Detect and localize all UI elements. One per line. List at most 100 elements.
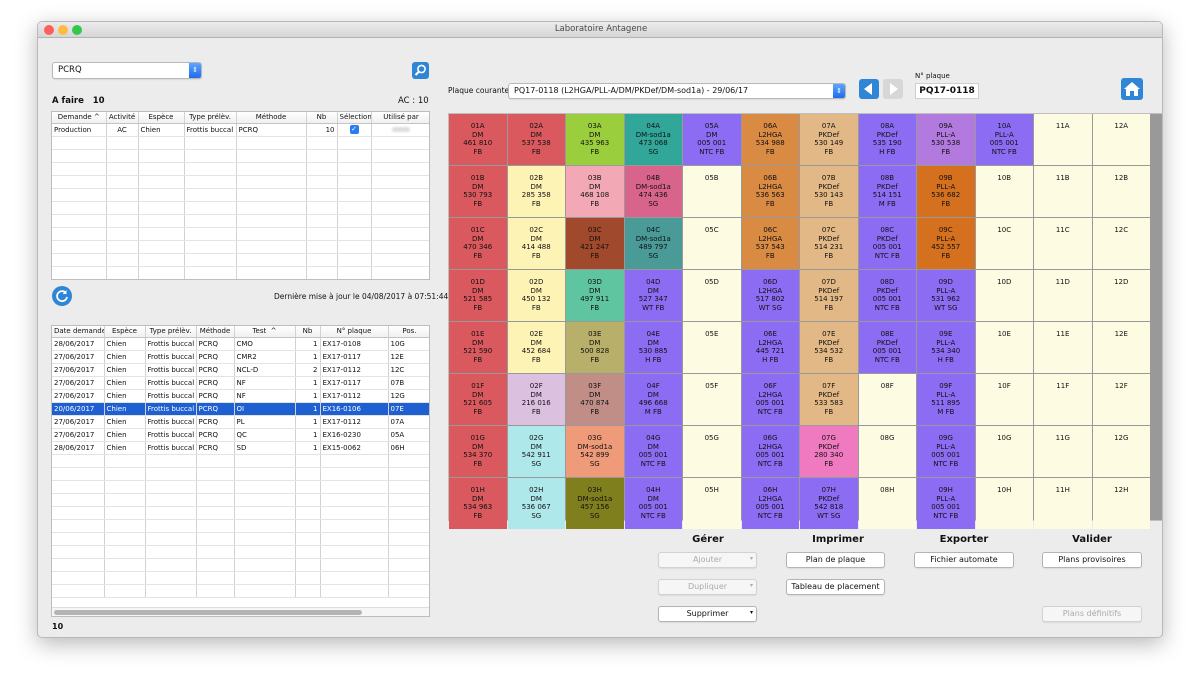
plate-well[interactable]: 02D DM 450 132 FB xyxy=(507,270,565,321)
col-methode[interactable]: Méthode xyxy=(236,112,307,124)
col-demande[interactable]: Demande ^ xyxy=(52,112,107,124)
plate-well[interactable]: 09D PLL-A 531 962 WT SG xyxy=(917,270,975,321)
plate-well[interactable]: 05H xyxy=(683,478,741,529)
fichier-automate-button[interactable]: Fichier automate xyxy=(914,552,1014,568)
plate-well[interactable]: 08H xyxy=(858,478,916,529)
plate-well[interactable]: 01H DM 534 963 FB xyxy=(449,478,507,529)
table-row[interactable]: 27/06/2017 Chien Frottis buccal PCRQ NF 1 EX17… xyxy=(52,376,429,390)
supprimer-button[interactable]: Supprimer ▾ xyxy=(658,606,757,622)
col-type-prelev[interactable]: Type prélèv. xyxy=(145,326,197,338)
table-row[interactable]: 27/06/2017 Chien Frottis buccal PCRQ CMR2 1 EX… xyxy=(52,350,429,364)
table-row[interactable]: 27/06/2017 Chien Frottis buccal PCRQ PL 1 EX17… xyxy=(52,415,429,429)
plate-well[interactable]: 07E PKDef 534 532 FB xyxy=(800,322,858,373)
plate-well[interactable]: 08G xyxy=(858,426,916,477)
plate-well[interactable]: 03B DM 468 108 FB xyxy=(566,166,624,217)
plate-well[interactable]: 07D PKDef 514 197 FB xyxy=(800,270,858,321)
plate-well[interactable]: 04G DM 005 001 NTC FB xyxy=(624,426,682,477)
plate-well[interactable]: 02A DM 537 538 FB xyxy=(507,114,565,165)
scrollbar-thumb[interactable] xyxy=(54,610,362,615)
plate-well[interactable]: 09F PLL-A 511 895 M FB xyxy=(917,374,975,425)
plate-well[interactable]: 10H xyxy=(975,478,1033,529)
plate-well[interactable]: 03F DM 470 874 FB xyxy=(566,374,624,425)
refresh-button[interactable] xyxy=(52,286,72,306)
table-row[interactable]: 27/06/2017 Chien Frottis buccal PCRQ QC 1 EX16… xyxy=(52,428,429,442)
plate-well[interactable]: 09H PLL-A 005 001 NTC FB xyxy=(917,478,975,529)
plate-well[interactable]: 07A PKDef 530 149 FB xyxy=(800,114,858,165)
plate-well[interactable]: 03C DM 421 247 FB xyxy=(566,218,624,269)
plate-well[interactable]: 01D DM 521 585 FB xyxy=(449,270,507,321)
plate-well[interactable]: 09B PLL-A 536 682 FB xyxy=(917,166,975,217)
plate-well[interactable]: 02B DM 285 358 FB xyxy=(507,166,565,217)
plate-well[interactable]: 09G PLL-A 005 001 NTC FB xyxy=(917,426,975,477)
plate-well[interactable]: 08A PKDef 535 190 H FB xyxy=(858,114,916,165)
plate-well[interactable]: 05G xyxy=(683,426,741,477)
col-nb[interactable]: Nb xyxy=(295,326,321,338)
previous-plate-button[interactable] xyxy=(859,79,879,99)
table-row[interactable]: 20/06/2017 Chien Frottis buccal PCRQ OI 1 EX16… xyxy=(52,402,429,416)
plate-well[interactable]: 04D DM 527 347 WT FB xyxy=(624,270,682,321)
plate-well[interactable]: 11E xyxy=(1034,322,1092,373)
plate-well[interactable]: 09C PLL-A 452 557 FB xyxy=(917,218,975,269)
plans-provisoires-button[interactable]: Plans provisoires xyxy=(1042,552,1142,568)
plate-well[interactable]: 08B PKDef 514 151 M FB xyxy=(858,166,916,217)
plate-well[interactable]: 11A xyxy=(1034,114,1092,165)
next-plate-button[interactable] xyxy=(883,79,903,99)
plate-well[interactable]: 10G xyxy=(975,426,1033,477)
table-row[interactable]: 27/06/2017 Chien Frottis buccal PCRQ NF 1 EX17… xyxy=(52,389,429,403)
plans-definitifs-button[interactable]: Plans définitifs xyxy=(1042,606,1142,622)
plate-well[interactable]: 03E DM 500 828 FB xyxy=(566,322,624,373)
col-pos[interactable]: Pos. xyxy=(388,326,429,338)
plate-well[interactable]: 10C xyxy=(975,218,1033,269)
plate-well[interactable]: 03D DM 497 911 FB xyxy=(566,270,624,321)
plate-well[interactable]: 06E L2HGA 445 721 H FB xyxy=(741,322,799,373)
search-button[interactable] xyxy=(412,62,429,79)
col-selection[interactable]: Sélection xyxy=(337,112,372,124)
col-utilise-par[interactable]: Utilisé par xyxy=(371,112,429,124)
plate-well[interactable]: 05D xyxy=(683,270,741,321)
col-type-prelev[interactable]: Type prélèv. xyxy=(184,112,237,124)
plate-well[interactable]: 04E DM 530 885 H FB xyxy=(624,322,682,373)
plate-well[interactable]: 04C DM-sod1a 489 797 SG xyxy=(624,218,682,269)
plate-well[interactable]: 12H xyxy=(1092,478,1150,529)
plate-well[interactable]: 03H DM-sod1a 457 156 SG xyxy=(566,478,624,529)
table-row[interactable]: 28/06/2017 Chien Frottis buccal PCRQ CMO 1 EX1… xyxy=(52,337,429,351)
plate-well[interactable]: 01C DM 470 346 FB xyxy=(449,218,507,269)
plate-well[interactable]: 02F DM 216 016 FB xyxy=(507,374,565,425)
selection-checkbox[interactable]: ✓ xyxy=(337,123,372,137)
plate-well[interactable]: 12C xyxy=(1092,218,1150,269)
plate-well[interactable]: 11C xyxy=(1034,218,1092,269)
table-row[interactable]: 27/06/2017 Chien Frottis buccal PCRQ NCL-D 2 E… xyxy=(52,363,429,377)
plate-well[interactable]: 08E PKDef 005 001 NTC FB xyxy=(858,322,916,373)
plate-well[interactable]: 07B PKDef 530 143 FB xyxy=(800,166,858,217)
plate-well[interactable]: 11D xyxy=(1034,270,1092,321)
plate-well[interactable]: 02G DM 542 911 SG xyxy=(507,426,565,477)
col-espece[interactable]: Espèce xyxy=(138,112,185,124)
plate-well[interactable]: 11F xyxy=(1034,374,1092,425)
col-test[interactable]: Test ^ xyxy=(234,326,296,338)
plate-well[interactable]: 12E xyxy=(1092,322,1150,373)
plan-de-plaque-button[interactable]: Plan de plaque xyxy=(786,552,885,568)
ajouter-button[interactable]: Ajouter ▾ xyxy=(658,552,757,568)
plate-well[interactable]: 07H PKDef 542 818 WT SG xyxy=(800,478,858,529)
plate-well[interactable]: 05A DM 005 001 NTC FB xyxy=(683,114,741,165)
plate-well[interactable]: 08F xyxy=(858,374,916,425)
plate-well[interactable]: 02H DM 536 067 SG xyxy=(507,478,565,529)
plate-well[interactable]: 06F L2HGA 005 001 NTC FB xyxy=(741,374,799,425)
table-row[interactable]: 28/06/2017 Chien Frottis buccal PCRQ SD 1 EX15… xyxy=(52,441,429,455)
plate-well[interactable]: 10E xyxy=(975,322,1033,373)
plate-well[interactable]: 04A DM-sod1a 473 068 SG xyxy=(624,114,682,165)
plate-well[interactable]: 11B xyxy=(1034,166,1092,217)
plate-well[interactable]: 10B xyxy=(975,166,1033,217)
plate-well[interactable]: 05B xyxy=(683,166,741,217)
plate-well[interactable]: 03G DM-sod1a 542 899 SG xyxy=(566,426,624,477)
plate-well[interactable]: 07C PKDef 514 231 FB xyxy=(800,218,858,269)
plate-well[interactable]: 04H DM 005 001 NTC FB xyxy=(624,478,682,529)
plate-well[interactable]: 06B L2HGA 536 563 FB xyxy=(741,166,799,217)
plate-well[interactable]: 12B xyxy=(1092,166,1150,217)
col-methode[interactable]: Méthode xyxy=(196,326,235,338)
plate-well[interactable]: 08D PKDef 005 001 NTC FB xyxy=(858,270,916,321)
plate-well[interactable]: 10A PLL-A 005 001 NTC FB xyxy=(975,114,1033,165)
col-activite[interactable]: Activité xyxy=(106,112,139,124)
plate-well[interactable]: 01E DM 521 590 FB xyxy=(449,322,507,373)
horizontal-scrollbar[interactable] xyxy=(52,607,429,616)
